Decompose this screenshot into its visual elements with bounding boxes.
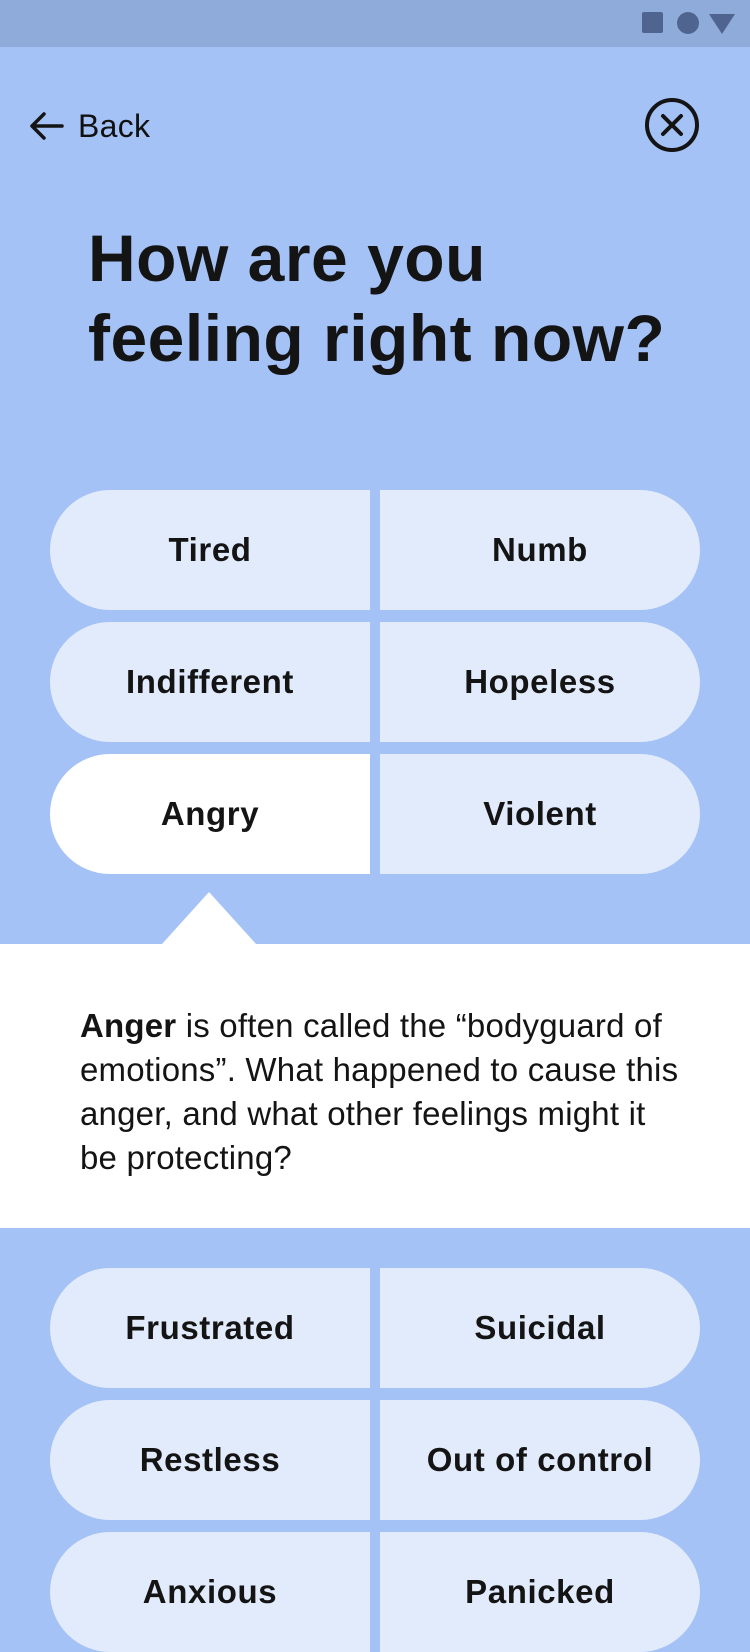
feeling-option-selected[interactable]: Angry (50, 754, 370, 874)
feeling-option[interactable]: Hopeless (380, 622, 700, 742)
feeling-option[interactable]: Indifferent (50, 622, 370, 742)
feeling-option[interactable]: Numb (380, 490, 700, 610)
square-icon (642, 12, 663, 33)
info-card: Anger is often called the “bodyguard of … (0, 944, 750, 1228)
triangle-icon (709, 14, 735, 34)
back-button[interactable]: Back (26, 104, 150, 148)
feelings-grid-top: Tired Numb Indifferent Hopeless Angry Vi… (50, 490, 700, 874)
feeling-option[interactable]: Frustrated (50, 1268, 370, 1388)
circle-icon (677, 12, 699, 34)
feeling-option[interactable]: Tired (50, 490, 370, 610)
feeling-option[interactable]: Panicked (380, 1532, 700, 1652)
info-card-emphasis: Anger (80, 1007, 177, 1044)
feeling-option[interactable]: Anxious (50, 1532, 370, 1652)
feeling-option[interactable]: Suicidal (380, 1268, 700, 1388)
info-card-text: Anger is often called the “bodyguard of … (80, 1004, 680, 1180)
close-button[interactable] (644, 97, 700, 153)
feeling-option[interactable]: Violent (380, 754, 700, 874)
status-bar (0, 0, 750, 47)
arrow-left-icon (30, 112, 64, 140)
close-circle-icon (645, 98, 699, 152)
page-title: How are you feeling right now? (88, 221, 666, 375)
back-label: Back (78, 107, 151, 144)
feeling-option[interactable]: Out of control (380, 1400, 700, 1520)
info-card-pointer (162, 892, 256, 944)
feeling-option[interactable]: Restless (50, 1400, 370, 1520)
feelings-grid-bottom: Frustrated Suicidal Restless Out of cont… (50, 1268, 700, 1652)
